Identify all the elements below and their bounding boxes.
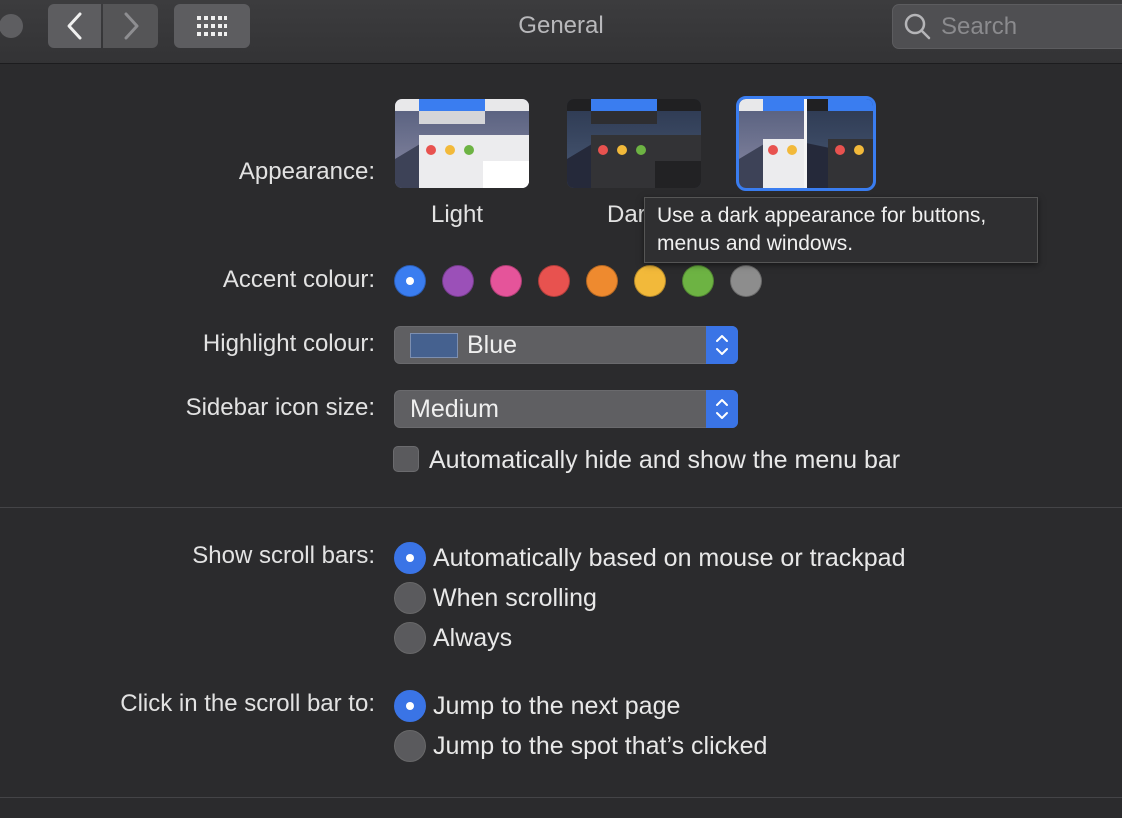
appearance-label: Appearance: [238, 158, 375, 185]
radio-jump-next-page[interactable] [394, 690, 426, 722]
divider [0, 797, 1122, 798]
accent-swatch[interactable] [682, 265, 714, 297]
accent-swatch[interactable] [634, 265, 666, 297]
toolbar: General [0, 0, 1122, 64]
radio-scroll-when-scrolling[interactable] [394, 582, 426, 614]
updown-arrows-icon [706, 390, 738, 428]
hide-menubar-label[interactable]: Automatically hide and show the menu bar [429, 446, 900, 475]
search-field[interactable] [892, 4, 1122, 49]
radio-scroll-automatic-label[interactable]: Automatically based on mouse or trackpad [433, 544, 905, 573]
accent-swatch[interactable] [586, 265, 618, 297]
search-input[interactable] [939, 11, 1122, 42]
appearance-light-label: Light [431, 201, 484, 228]
window-close-button[interactable] [0, 14, 23, 38]
radio-scroll-when-scrolling-label[interactable]: When scrolling [433, 584, 597, 613]
accent-swatch[interactable] [730, 265, 762, 297]
sidebar-icon-size-popup[interactable]: Medium [394, 390, 738, 428]
chevron-right-icon [124, 12, 138, 40]
radio-scroll-always-label[interactable]: Always [433, 624, 512, 653]
radio-jump-spot-clicked-label[interactable]: Jump to the spot that’s clicked [433, 732, 767, 761]
divider [0, 507, 1122, 508]
grid-icon [197, 16, 227, 36]
accent-swatch[interactable] [394, 265, 426, 297]
highlight-color-chip [410, 333, 458, 358]
chevron-left-icon [67, 12, 81, 40]
appearance-dark-option[interactable] [567, 99, 701, 188]
appearance-auto-option[interactable] [736, 96, 876, 191]
updown-arrows-icon [706, 326, 738, 364]
back-button[interactable] [48, 4, 101, 48]
forward-button[interactable] [103, 4, 158, 48]
sidebar-icon-size-label: Sidebar icon size: [185, 394, 375, 421]
accent-swatch[interactable] [538, 265, 570, 297]
highlight-colour-value: Blue [467, 331, 518, 359]
show-scroll-bars-label: Show scroll bars: [192, 542, 375, 569]
radio-scroll-always[interactable] [394, 622, 426, 654]
highlight-colour-label: Highlight colour: [202, 330, 375, 357]
radio-jump-next-page-label[interactable]: Jump to the next page [433, 692, 680, 721]
radio-scroll-automatic[interactable] [394, 542, 426, 574]
accent-swatch[interactable] [490, 265, 522, 297]
hide-menubar-checkbox[interactable] [393, 446, 419, 472]
sidebar-icon-size-value: Medium [410, 395, 499, 423]
show-all-button[interactable] [174, 4, 250, 48]
accent-swatch[interactable] [442, 265, 474, 297]
radio-jump-spot-clicked[interactable] [394, 730, 426, 762]
highlight-colour-popup[interactable]: Blue [394, 326, 738, 364]
accent-colour-label: Accent colour: [222, 266, 375, 293]
search-icon [904, 13, 931, 39]
appearance-tooltip: Use a dark appearance for buttons, menus… [644, 197, 1038, 263]
click-scroll-bar-label: Click in the scroll bar to: [120, 690, 375, 717]
appearance-light-option[interactable] [395, 99, 529, 188]
